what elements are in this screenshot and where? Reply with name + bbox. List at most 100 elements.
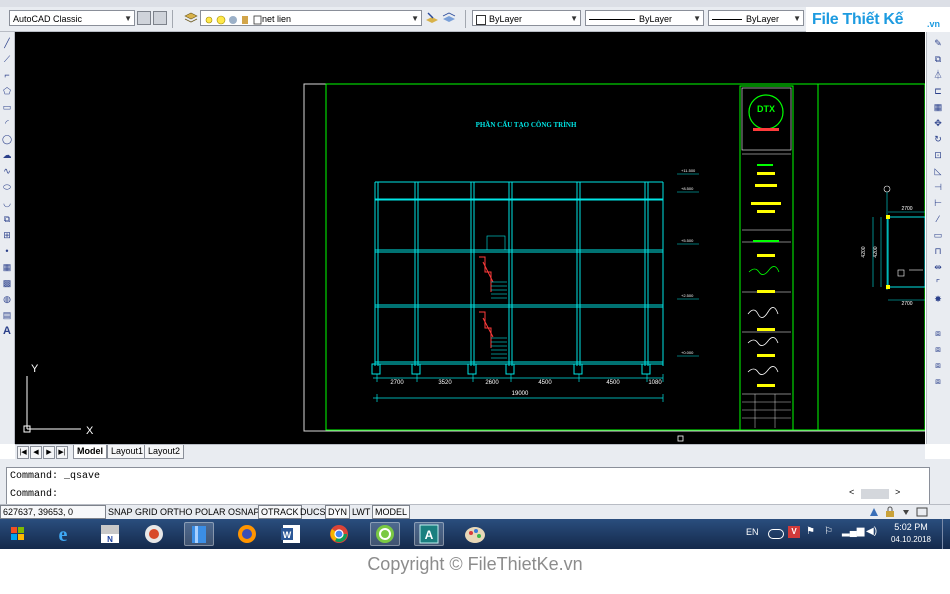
explode-icon[interactable]: ✸ [933,294,943,304]
osnap-toggle[interactable]: OSNAP [226,506,262,518]
scroll-right-icon[interactable]: > [895,488,900,498]
rectangle-icon[interactable]: ▭ [2,102,12,112]
microsoft-word-icon[interactable]: W [276,522,306,546]
draw-order-icon[interactable]: ⧈ [933,328,943,338]
join-icon[interactable]: ⊓ [933,246,943,256]
table-icon[interactable]: ▤ [2,310,12,320]
ducs-toggle[interactable]: DUCS [298,506,328,518]
signal-icon[interactable]: ▂▄▆ [842,526,864,537]
scale-icon[interactable]: ⊡ [933,150,943,160]
ortho-toggle[interactable]: ORTHO [158,506,194,518]
customize-icon[interactable] [153,11,167,25]
tab-model[interactable]: Model [73,445,107,459]
lwt-toggle[interactable]: LWT [350,506,372,518]
trim-icon[interactable]: ⊣ [933,182,943,192]
corel-icon[interactable] [370,522,400,546]
network-status-icon[interactable]: ⚑ [806,526,815,537]
tab-layout1[interactable]: Layout1 [107,445,148,459]
clock-time[interactable]: 5:02 PM [888,522,934,532]
fillet-icon[interactable]: ⌜ [933,278,943,288]
tab-layout2[interactable]: Layout2 [144,445,185,459]
bring-above-icon[interactable]: ⧈ [933,376,943,386]
toggle-icon[interactable] [768,529,784,539]
insert-block-icon[interactable]: ⧉ [2,214,12,224]
make-block-icon[interactable]: ⊞ [2,230,12,240]
break-at-point-icon[interactable]: ⁄ [933,214,943,224]
spline-icon[interactable]: ∿ [2,166,12,176]
stretch-icon[interactable]: ◺ [933,166,943,176]
polygon-icon[interactable]: ⬠ [2,86,12,96]
chamfer-icon[interactable]: ⇹ [933,262,943,272]
chrome-icon[interactable] [324,522,354,546]
last-tab-icon[interactable]: ▶| [56,446,68,459]
send-to-back-icon[interactable]: ⧈ [933,360,943,370]
polar-toggle[interactable]: POLAR [193,506,228,518]
firefox-icon[interactable] [232,522,262,546]
offset-icon[interactable]: ⊏ [933,86,943,96]
hatch-icon[interactable]: ▦ [2,262,12,272]
linetype-select[interactable]: ByLayer ▼ [585,10,704,26]
layer-manager-icon[interactable] [184,11,198,25]
arc-icon[interactable]: ◜ [2,118,12,128]
coordinates-display[interactable]: 627637, 39653, 0 [0,505,106,519]
rotate-icon[interactable]: ↻ [933,134,943,144]
make-object-layer-current-icon[interactable] [425,11,439,25]
action-center-icon[interactable]: ⚐ [824,526,833,537]
copy-icon[interactable]: ⧉ [933,54,943,64]
file-explorer-icon[interactable] [184,522,214,546]
drawing-canvas[interactable]: PHẦN CẤU TẠO CÔNG TRÌNH 2700 3520 2600 4… [15,32,925,444]
ellipse-icon[interactable]: ⬭ [2,182,12,192]
lineweight-select[interactable]: ByLayer ▼ [708,10,804,26]
unikey-icon[interactable]: N [95,522,125,546]
dyn-toggle[interactable]: DYN [325,505,351,519]
unikey-tray-icon[interactable]: V [788,526,800,538]
start-button[interactable] [4,522,32,546]
color-select[interactable]: ByLayer ▼ [472,10,581,26]
construction-line-icon[interactable]: ⟋ [2,54,12,64]
screen-recorder-icon[interactable] [139,522,169,546]
polyline-icon[interactable]: ⌐ [2,70,12,80]
next-tab-icon[interactable]: ▶ [43,446,55,459]
break-icon[interactable]: ▭ [933,230,943,240]
clean-screen-icon[interactable] [916,506,928,518]
gradient-icon[interactable]: ▩ [2,278,12,288]
model-toggle[interactable]: MODEL [372,505,411,519]
grid-toggle[interactable]: GRID [133,506,160,518]
layer-select[interactable]: net lien ▼ [200,10,422,26]
multiline-text-icon[interactable]: A [2,326,12,337]
mirror-icon[interactable]: ⏃ [933,70,943,80]
layer-previous-icon[interactable] [442,11,456,25]
otrack-toggle[interactable]: OTRACK [258,505,302,519]
toolbar-lock-icon[interactable] [884,506,896,518]
first-tab-icon[interactable]: |◀ [17,446,29,459]
internet-explorer-icon[interactable]: e [48,522,78,546]
point-icon[interactable]: • [2,246,12,256]
array-icon[interactable]: ▦ [933,102,943,112]
region-icon[interactable]: ◍ [2,294,12,304]
erase-icon[interactable]: ✎ [933,38,943,48]
scroll-thumb[interactable] [861,489,889,499]
command-window[interactable]: Command: _qsave Command: < > [6,467,930,505]
annotation-scale-icon[interactable] [868,506,880,518]
show-desktop-button[interactable] [942,519,949,549]
scroll-left-icon[interactable]: < [849,488,854,498]
language-indicator[interactable]: EN [746,527,759,537]
line-icon[interactable]: ╱ [2,38,12,48]
paint-icon[interactable] [460,522,490,546]
command-history-line: Command: _qsave [10,471,101,482]
workspace-select[interactable]: AutoCAD Classic ▼ [9,10,135,26]
ellipse-arc-icon[interactable]: ◡ [2,198,12,208]
autocad-icon[interactable]: A [414,522,444,546]
status-tray-menu-icon[interactable] [900,506,912,518]
snap-toggle[interactable]: SNAP [106,506,135,518]
move-icon[interactable]: ✥ [933,118,943,128]
clock-date[interactable]: 04.10.2018 [888,535,934,544]
workspace-settings-icon[interactable] [137,11,151,25]
bring-to-front-icon[interactable]: ⧈ [933,344,943,354]
extend-icon[interactable]: ⊢ [933,198,943,208]
revision-cloud-icon[interactable]: ☁ [2,150,12,160]
command-scrollbar[interactable]: < > [849,488,905,500]
volume-icon[interactable]: ◀) [866,526,877,537]
circle-icon[interactable]: ◯ [2,134,12,144]
prev-tab-icon[interactable]: ◀ [30,446,42,459]
